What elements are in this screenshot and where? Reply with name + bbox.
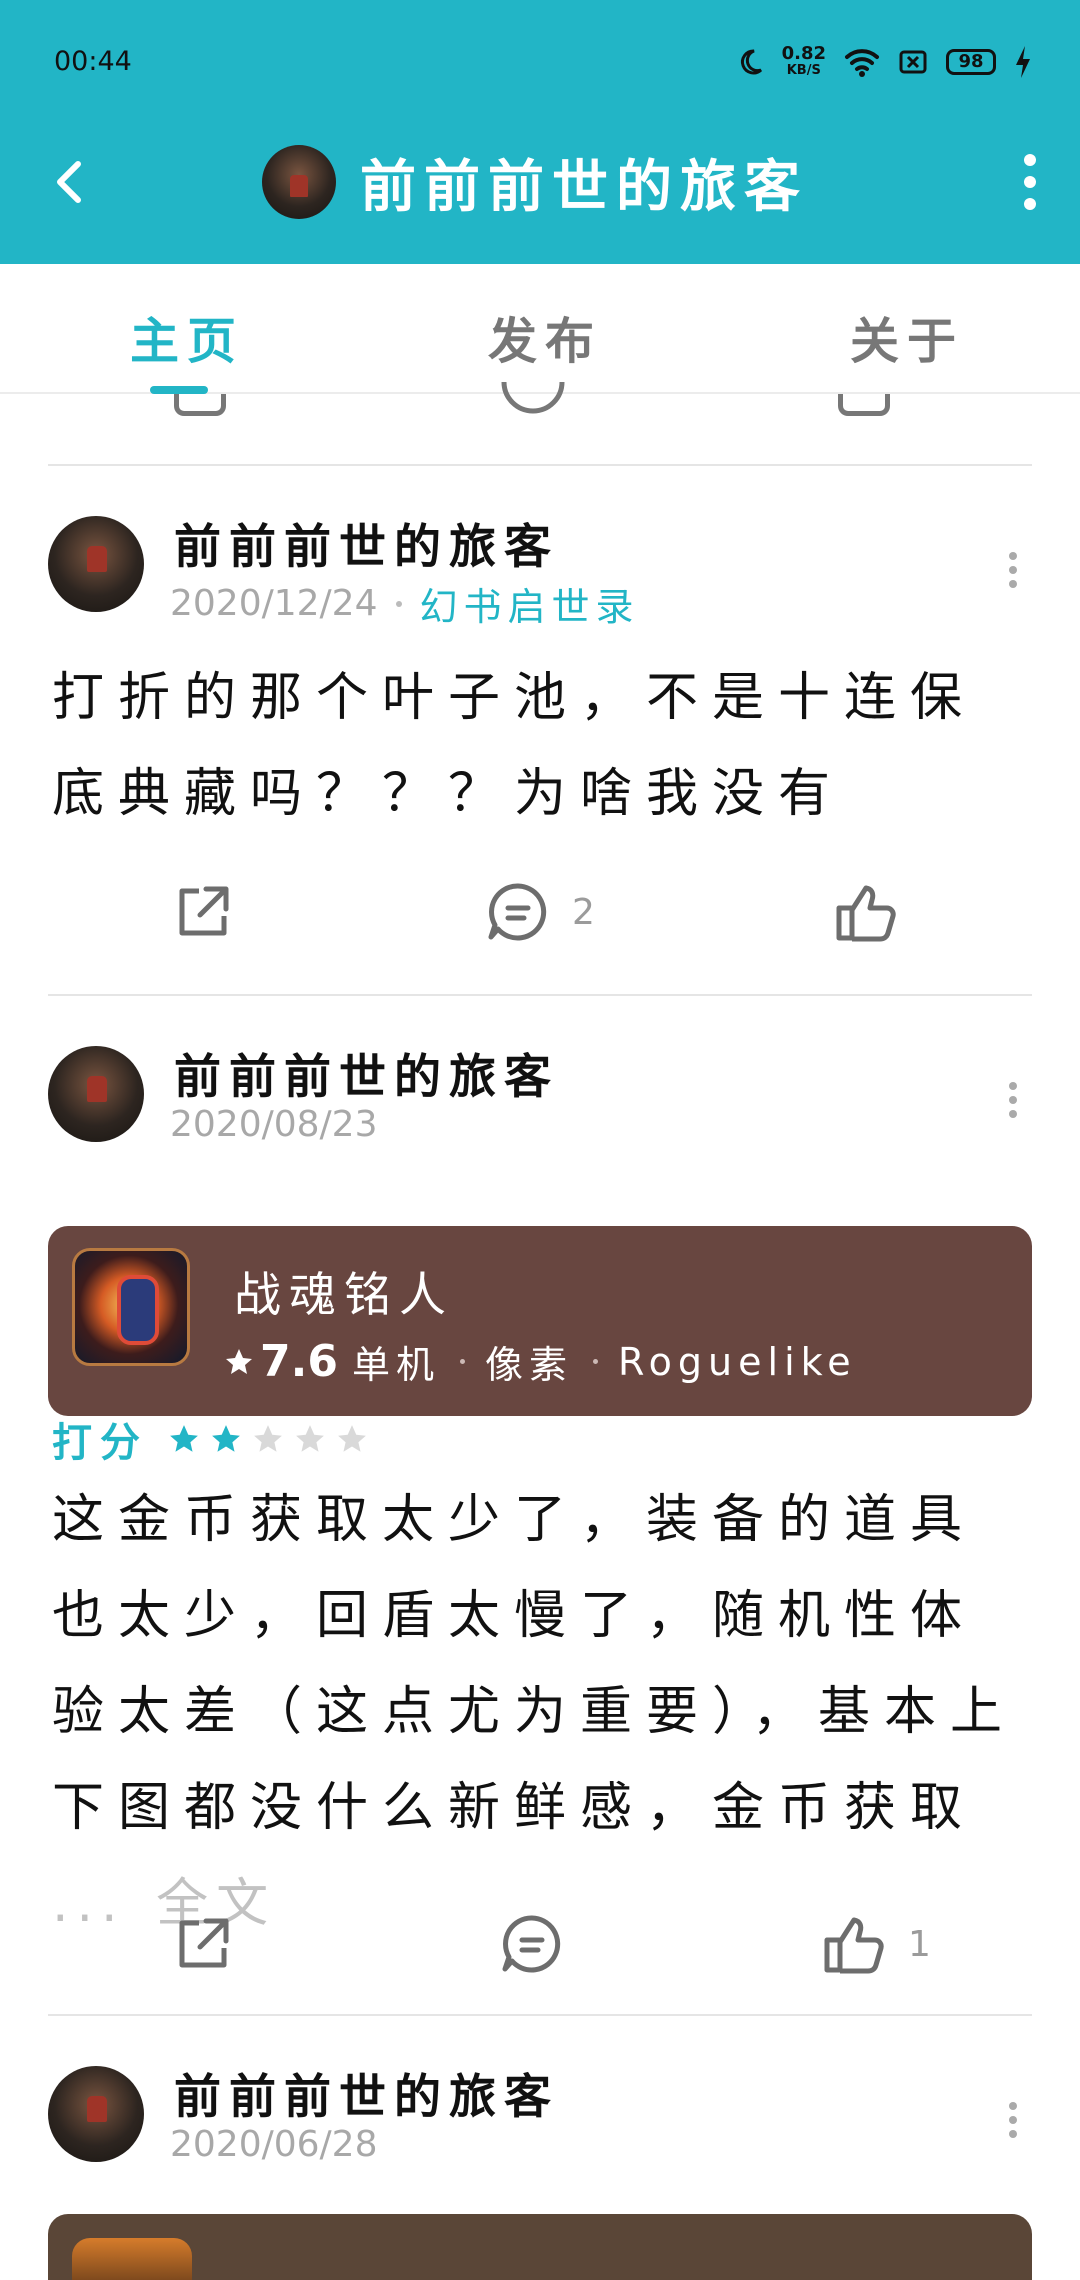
post-username[interactable]: 前前前世的旅客 bbox=[174, 508, 559, 577]
comment-button[interactable]: 2 bbox=[486, 876, 595, 948]
status-icons: 0.82 KB/S 98 bbox=[736, 42, 1032, 82]
game-tag: Roguelike bbox=[617, 1339, 857, 1384]
tab-published[interactable]: 发布 bbox=[488, 302, 602, 373]
tab-about[interactable]: 关于 bbox=[850, 302, 964, 373]
status-time: 00:44 bbox=[54, 46, 132, 77]
game-icon bbox=[72, 2238, 192, 2280]
previous-post-actions bbox=[48, 381, 1032, 464]
charging-icon bbox=[1016, 46, 1030, 78]
star-empty-icon bbox=[254, 1425, 282, 1452]
title-avatar bbox=[262, 145, 336, 219]
game-tag: 像素 bbox=[484, 1343, 573, 1387]
post-meta: 2020/08/23 bbox=[170, 1104, 378, 1145]
post-actions: 2 bbox=[48, 876, 1032, 948]
post-text[interactable]: 这金币获取太少了，装备的道具也太少，回盾太慢了，随机性体验太差（这点尤为重要），… bbox=[52, 1472, 1020, 1952]
thumbs-up-icon bbox=[824, 1917, 884, 1974]
share-icon[interactable] bbox=[174, 394, 226, 416]
game-card[interactable]: 战魂铭人 7.6 单机 像素 Roguelike bbox=[48, 1226, 1032, 1416]
post-date: 2020/12/24 bbox=[170, 583, 378, 624]
rating-row: 打分 bbox=[52, 1410, 368, 1468]
game-name: 战魂铭人 bbox=[234, 1268, 454, 1323]
star-filled-icon bbox=[212, 1425, 240, 1452]
game-score: 7.6 bbox=[224, 1336, 338, 1387]
tag-separator bbox=[459, 1359, 465, 1364]
post-username[interactable]: 前前前世的旅客 bbox=[174, 1038, 559, 1107]
avatar[interactable] bbox=[48, 1046, 144, 1142]
star-icon bbox=[226, 1348, 252, 1374]
post-meta: 2020/12/24 幻书启世录 bbox=[170, 576, 640, 631]
status-bar: 00:44 0.82 KB/S 98 bbox=[0, 0, 1080, 130]
thumbs-up-icon bbox=[836, 885, 896, 942]
post-actions: 1 bbox=[48, 1908, 1032, 1980]
profile-tabs: 主页 发布 关于 bbox=[0, 264, 1080, 394]
battery-indicator: 98 bbox=[946, 49, 996, 75]
game-card[interactable] bbox=[48, 2214, 1032, 2280]
active-tab-indicator bbox=[150, 386, 208, 394]
post-more-icon[interactable] bbox=[1006, 1082, 1020, 1118]
post-text-content: 这金币获取太少了，装备的道具也太少，回盾太慢了，随机性体验太差（这点尤为重要），… bbox=[52, 1490, 1017, 1838]
post-card[interactable]: 前前前世的旅客 2020/12/24 幻书启世录 打折的那个叶子池，不是十连保底… bbox=[48, 466, 1032, 942]
avatar[interactable] bbox=[48, 2066, 144, 2162]
post-more-icon[interactable] bbox=[1006, 552, 1020, 588]
share-icon bbox=[179, 1918, 229, 1968]
share-button[interactable] bbox=[172, 876, 234, 948]
post-date: 2020/08/23 bbox=[170, 1104, 378, 1145]
post-username[interactable]: 前前前世的旅客 bbox=[174, 2058, 559, 2127]
comment-count: 2 bbox=[572, 891, 595, 933]
post-date: 2020/06/28 bbox=[170, 2124, 378, 2165]
game-tag-link[interactable]: 幻书启世录 bbox=[420, 576, 640, 631]
comment-icon[interactable] bbox=[498, 376, 568, 418]
avatar[interactable] bbox=[48, 516, 144, 612]
comment-icon bbox=[502, 1915, 561, 1973]
network-speed: 0.82 KB/S bbox=[781, 43, 826, 79]
comment-button[interactable] bbox=[500, 1908, 586, 1980]
post-card[interactable]: 前前前世的旅客 2020/06/28 bbox=[48, 2016, 1032, 2280]
share-button[interactable] bbox=[172, 1908, 234, 1980]
meta-separator bbox=[395, 600, 402, 607]
post-text[interactable]: 打折的那个叶子池，不是十连保底典藏吗？？？为啥我没有 bbox=[52, 650, 1020, 842]
rating-label: 打分 bbox=[52, 1420, 148, 1466]
tag-separator bbox=[592, 1359, 598, 1364]
page-title: 前前前世的旅客 bbox=[360, 154, 808, 220]
star-empty-icon bbox=[338, 1425, 366, 1452]
tab-home[interactable]: 主页 bbox=[130, 302, 244, 373]
star-empty-icon bbox=[296, 1425, 324, 1452]
moon-icon bbox=[740, 49, 762, 75]
like-count: 1 bbox=[908, 1923, 931, 1965]
post-more-icon[interactable] bbox=[1006, 2102, 1020, 2138]
back-icon[interactable] bbox=[40, 152, 100, 212]
like-button[interactable] bbox=[834, 876, 920, 948]
app-bar: 00:44 0.82 KB/S 98 前前前世的旅客 bbox=[0, 0, 1080, 264]
game-tag: 单机 bbox=[351, 1343, 440, 1387]
sim-icon bbox=[899, 50, 927, 74]
game-meta: 7.6 单机 像素 Roguelike bbox=[224, 1334, 857, 1389]
title-bar: 前前前世的旅客 bbox=[0, 132, 1080, 232]
share-icon bbox=[179, 886, 229, 936]
game-icon bbox=[72, 1248, 190, 1366]
like-button[interactable]: 1 bbox=[822, 1908, 931, 1980]
post-meta: 2020/06/28 bbox=[170, 2124, 378, 2165]
profile-title: 前前前世的旅客 bbox=[262, 144, 808, 220]
post-card[interactable]: 前前前世的旅客 2020/08/23 战魂铭人 7.6 单机 像素 Roguel… bbox=[48, 996, 1032, 2012]
wifi-icon bbox=[845, 49, 879, 77]
star-filled-icon bbox=[170, 1425, 198, 1452]
like-icon[interactable] bbox=[838, 394, 890, 416]
comment-icon bbox=[488, 883, 547, 941]
more-options-icon[interactable] bbox=[1018, 154, 1042, 210]
